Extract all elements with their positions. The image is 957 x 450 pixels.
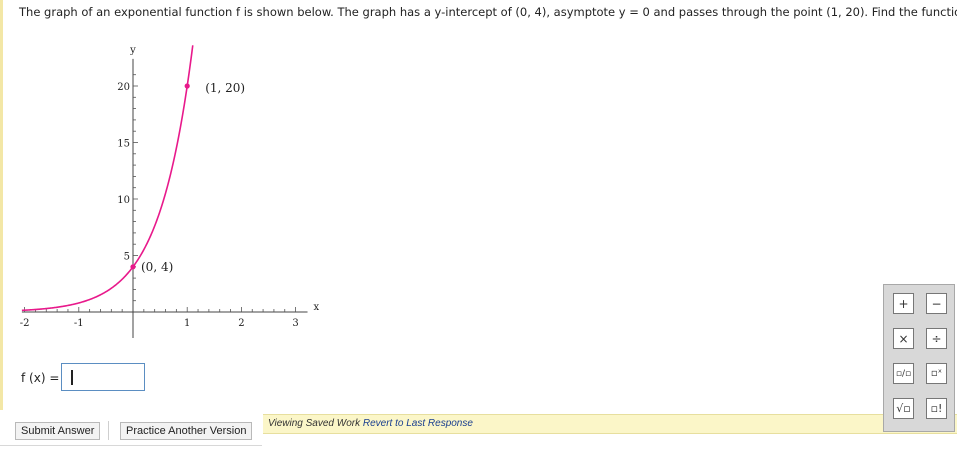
x-tick-label: 2 [238,318,244,329]
submit-answer-button[interactable]: Submit Answer [15,422,101,440]
plus-key[interactable]: + [893,293,914,314]
factorial-key[interactable]: ▫! [926,398,947,419]
saved-work-bar: Viewing Saved Work Revert to Last Respon… [263,414,957,434]
answer-input[interactable] [61,363,145,391]
data-point [130,264,136,270]
x-tick-label: -1 [74,318,84,329]
times-key[interactable]: × [893,328,914,349]
fraction-key[interactable]: ▫/▫ [893,363,914,384]
x-tick-label: 1 [184,318,190,329]
saved-work-text: Viewing Saved Work [268,418,361,429]
y-tick-label: 20 [117,82,130,93]
practice-another-version-button[interactable]: Practice Another Version [120,422,253,440]
question-panel: The graph of an exponential function f i… [0,0,957,410]
question-text: The graph of an exponential function f i… [19,5,957,19]
divide-key[interactable]: ÷ [926,328,947,349]
y-tick-label: 5 [124,252,130,263]
y-tick-label: 15 [117,139,130,150]
bottom-rule [0,445,262,446]
text-caret [71,370,73,385]
point-label: (0, 4) [141,260,173,274]
exponent-key[interactable]: ▫ˣ [926,363,947,384]
minus-key[interactable]: − [926,293,947,314]
exponential-graph: -2 -1 1 2 3 5 10 15 20 x y (0, 4) (1, 20) [20,45,320,338]
button-divider [108,421,109,440]
y-axis-label: y [129,45,136,56]
x-tick-label: -2 [20,318,30,329]
x-axis-label: x [314,302,320,313]
revert-link[interactable]: Revert to Last Response [363,418,473,429]
answer-label: f (x) = [21,371,60,385]
square-root-key[interactable]: √▫ [893,398,914,419]
point-label: (1, 20) [205,81,245,95]
math-keypad: + − × ÷ ▫/▫ ▫ˣ √▫ ▫! [883,284,955,432]
x-tick-label: 3 [292,318,298,329]
data-point [184,83,190,89]
y-tick-label: 10 [117,195,130,206]
